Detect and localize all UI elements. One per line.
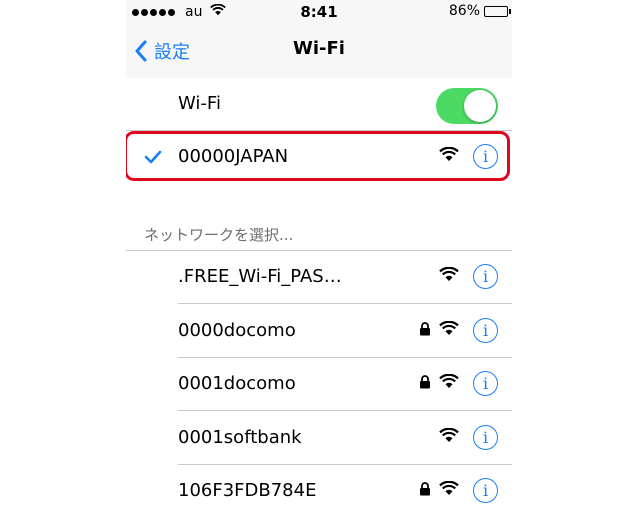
network-row[interactable]: 0000docomo i	[126, 304, 512, 358]
network-name: 0001softbank	[178, 426, 302, 448]
network-icons: i	[439, 144, 498, 169]
connected-network-name: 00000JAPAN	[178, 146, 289, 167]
info-icon[interactable]: i	[473, 144, 498, 169]
network-name: 0000docomo	[178, 319, 296, 341]
wifi-signal-icon	[439, 146, 459, 166]
lock-icon	[419, 481, 431, 500]
battery-icon	[484, 5, 511, 17]
network-row[interactable]: 0001docomo i	[126, 358, 512, 411]
status-right: 86%	[448, 3, 511, 19]
network-icons: i	[419, 371, 498, 396]
wifi-signal-icon	[439, 480, 459, 500]
network-icons: i	[419, 317, 498, 343]
wifi-toggle-label: Wi-Fi	[178, 93, 221, 114]
network-icons: i	[439, 264, 498, 289]
network-icons: i	[419, 478, 498, 503]
network-name: 0001docomo	[178, 373, 296, 394]
info-icon[interactable]: i	[473, 478, 498, 503]
connected-network-row[interactable]: 00000JAPAN i	[126, 131, 512, 184]
battery-percent: 86%	[448, 3, 480, 19]
network-list: .FREE_Wi-Fi_PAS… i 0000docomo i 0001docomo i 0…	[126, 250, 512, 519]
info-icon[interactable]: i	[473, 317, 498, 343]
network-row[interactable]: 106F3FDB784E i	[126, 465, 512, 518]
page-title: Wi-Fi	[293, 38, 345, 59]
wifi-signal-icon	[439, 266, 459, 286]
info-icon[interactable]: i	[473, 424, 498, 450]
info-icon[interactable]: i	[473, 264, 498, 289]
wifi-signal-icon	[439, 320, 459, 340]
lock-icon	[419, 374, 431, 393]
wifi-toggle-row: Wi-Fi	[126, 78, 512, 131]
wifi-signal-icon	[439, 427, 459, 447]
network-name: .FREE_Wi-Fi_PAS…	[178, 266, 342, 287]
status-bar: au 8:41 86%	[126, 0, 512, 24]
top-bar: au 8:41 86% 設定 Wi-Fi	[126, 0, 512, 79]
settings-screen: au 8:41 86% 設定 Wi-Fi Wi-Fi 00000JAPAN i …	[126, 0, 512, 519]
checkmark-icon	[144, 149, 162, 168]
navigation-bar: 設定 Wi-Fi	[126, 24, 512, 78]
wifi-toggle-switch[interactable]	[436, 88, 498, 124]
toggle-knob	[464, 90, 496, 122]
network-icons: i	[439, 424, 498, 450]
network-row[interactable]: .FREE_Wi-Fi_PAS… i	[126, 251, 512, 304]
wifi-signal-icon	[439, 373, 459, 393]
network-name: 106F3FDB784E	[178, 480, 317, 501]
lock-icon	[419, 321, 431, 340]
network-row[interactable]: 0001softbank i	[126, 411, 512, 465]
section-header: ネットワークを選択...	[144, 226, 294, 244]
info-icon[interactable]: i	[473, 371, 498, 396]
